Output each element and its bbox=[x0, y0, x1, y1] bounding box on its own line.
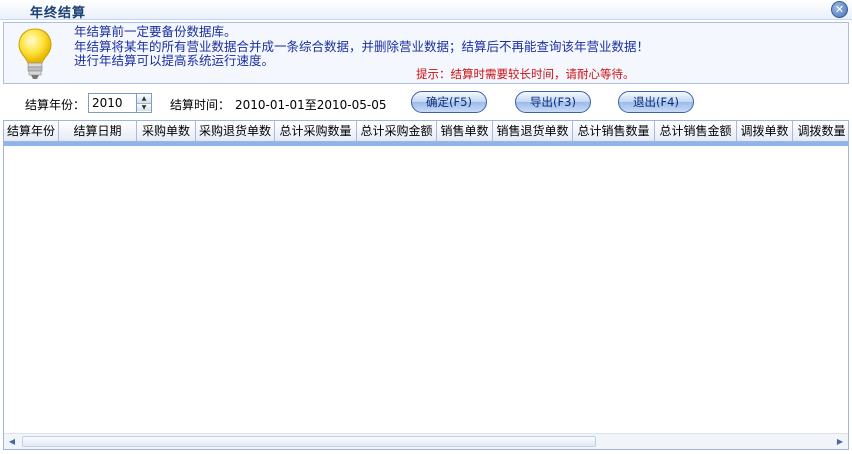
toolbar: 结算年份： 2010 ▲ ▼ 结算时间： 2010-01-01至2010-05-… bbox=[3, 86, 849, 120]
column-header[interactable]: 销售单数 bbox=[437, 121, 493, 142]
year-spinner: ▲ ▼ bbox=[136, 94, 151, 112]
info-line-2: 年结算将某年的所有营业数据合并成一条综合数据，并删除营业数据；结算后不再能查询该… bbox=[74, 38, 650, 54]
close-button[interactable]: ✕ bbox=[831, 1, 848, 18]
close-icon: ✕ bbox=[834, 3, 845, 16]
year-stepper[interactable]: 2010 ▲ ▼ bbox=[88, 93, 152, 113]
column-header[interactable]: 总计销售数量 bbox=[573, 121, 655, 142]
scroll-right-icon[interactable]: ▶ bbox=[832, 434, 848, 449]
column-header[interactable]: 总计销售金额 bbox=[655, 121, 737, 142]
header-divider bbox=[4, 142, 848, 146]
column-header[interactable]: 采购退货单数 bbox=[196, 121, 275, 142]
year-value[interactable]: 2010 bbox=[92, 96, 123, 110]
info-panel: 年结算前一定要备份数据库。 年结算将某年的所有营业数据合并成一条综合数据，并删除… bbox=[3, 22, 849, 84]
time-label: 结算时间： bbox=[170, 98, 231, 112]
exit-button[interactable]: 退出(F4) bbox=[618, 91, 694, 113]
column-header[interactable]: 调拨数量 bbox=[793, 121, 848, 142]
info-text: 年结算前一定要备份数据库。 年结算将某年的所有营业数据合并成一条综合数据，并删除… bbox=[74, 24, 650, 69]
scroll-left-icon[interactable]: ◀ bbox=[4, 434, 20, 449]
settlement-grid: 结算年份 结算日期 采购单数 采购退货单数 总计采购数量 总计采购金额 销售单数… bbox=[3, 120, 849, 450]
horizontal-scrollbar[interactable]: ◀ ▶ bbox=[4, 433, 848, 449]
spin-up-icon[interactable]: ▲ bbox=[137, 94, 151, 103]
column-header[interactable]: 总计采购数量 bbox=[275, 121, 357, 142]
confirm-button[interactable]: 确定(F5) bbox=[411, 91, 487, 113]
window-title: 年终结算 bbox=[30, 6, 87, 21]
grid-header: 结算年份 结算日期 采购单数 采购退货单数 总计采购数量 总计采购金额 销售单数… bbox=[4, 121, 848, 142]
column-header[interactable]: 调拨单数 bbox=[737, 121, 793, 142]
column-header[interactable]: 结算年份 bbox=[4, 121, 59, 142]
column-header[interactable]: 销售退货单数 bbox=[493, 121, 573, 142]
column-header[interactable]: 总计采购金额 bbox=[357, 121, 437, 142]
title-bar: 年终结算 ✕ bbox=[0, 0, 852, 21]
time-value: 2010-01-01至2010-05-05 bbox=[235, 98, 387, 112]
scrollbar-thumb[interactable] bbox=[22, 436, 596, 447]
tip-text: 提示：结算时需要较长时间，请耐心等待。 bbox=[416, 67, 635, 81]
info-line-1: 年结算前一定要备份数据库。 bbox=[74, 24, 237, 39]
column-header[interactable]: 采购单数 bbox=[137, 121, 196, 142]
column-header[interactable]: 结算日期 bbox=[59, 121, 137, 142]
export-button[interactable]: 导出(F3) bbox=[515, 91, 591, 113]
spin-down-icon[interactable]: ▼ bbox=[137, 103, 151, 111]
year-label: 结算年份： bbox=[25, 98, 86, 112]
lightbulb-icon bbox=[18, 28, 52, 79]
